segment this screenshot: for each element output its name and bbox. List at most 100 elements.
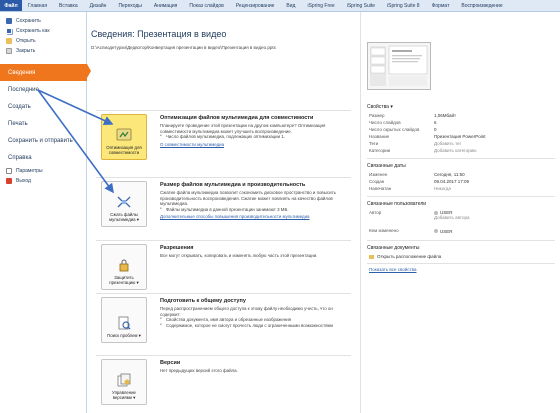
- exit-icon: [6, 178, 12, 184]
- add-tag-field[interactable]: Добавить тег: [434, 141, 461, 147]
- tab-slideshow[interactable]: Показ слайдов: [183, 0, 229, 11]
- tab-format[interactable]: Формат: [426, 0, 456, 11]
- compress-media-icon: [117, 196, 131, 208]
- options-icon: [6, 168, 12, 174]
- date-row: Создан 09.04.2017 17:09: [369, 179, 470, 184]
- section-description: Нет предыдущих версий этого файла.: [160, 368, 238, 373]
- section-prepare-sharing: Поиск проблем ▾ Подготовить к общему дос…: [96, 293, 351, 347]
- modified-by-row: Кем изменено USER: [369, 228, 453, 234]
- related-documents-header: Связанные документы: [367, 245, 420, 251]
- related-dates-header: Связанные даты: [367, 163, 406, 169]
- sidebar-item-open[interactable]: Открыть: [0, 36, 86, 46]
- user-avatar-icon: [434, 229, 438, 233]
- file-tab[interactable]: Файл: [0, 0, 22, 11]
- tab-review[interactable]: Рецензирование: [230, 0, 281, 11]
- sidebar-item-label: Сохранить: [16, 18, 41, 24]
- open-folder-icon: [6, 38, 12, 44]
- section-bullet: Число файлов мультимедиа, подлежащих опт…: [160, 134, 348, 140]
- property-row: Название Презентация PowerPoint: [369, 134, 486, 139]
- manage-versions-button[interactable]: Управление версиями ▾: [101, 359, 147, 405]
- tab-ispring-suite-8[interactable]: iSpring Suite 8: [381, 0, 426, 11]
- property-row: Число слайдов 6: [369, 120, 437, 125]
- divider: [367, 196, 555, 197]
- section-compatibility: Оптимизация для совместимости Оптимизаци…: [96, 110, 351, 164]
- save-icon: [6, 18, 12, 24]
- sidebar-item-recent[interactable]: Последние: [0, 81, 86, 98]
- sidebar-item-close[interactable]: Закрыть: [0, 46, 86, 56]
- tab-home[interactable]: Главная: [22, 0, 53, 11]
- section-title: Подготовить к общему доступу: [160, 298, 246, 304]
- divider: [367, 158, 555, 159]
- sidebar-item-new[interactable]: Создать: [0, 98, 86, 115]
- show-all-properties-link[interactable]: Показать все свойства: [369, 267, 554, 273]
- sidebar-item-exit[interactable]: Выход: [0, 176, 86, 186]
- backstage-sidebar: Сохранить Сохранить как Открыть Закрыть …: [0, 12, 91, 413]
- author-row: Автор USER Добавить автора: [369, 210, 470, 220]
- sidebar-item-label: Сохранить как: [16, 28, 50, 34]
- slide-thumbnail[interactable]: [367, 42, 431, 90]
- add-author-field[interactable]: Добавить автора: [434, 215, 469, 220]
- media-performance-link[interactable]: Дополнительные способы повышения произво…: [160, 214, 348, 219]
- protect-presentation-button[interactable]: Защитить презентацию ▾: [101, 244, 147, 290]
- tab-ispring-free[interactable]: iSpring Free: [301, 0, 340, 11]
- user-avatar-icon: [434, 210, 438, 215]
- check-issues-button-label: Поиск проблем ▾: [107, 333, 141, 339]
- optimize-button-label: Оптимизация для совместимости: [106, 145, 142, 156]
- compress-media-button[interactable]: Сжать файлы мультимедиа ▾: [101, 181, 147, 227]
- section-title: Оптимизация файлов мультимедиа для совме…: [160, 115, 314, 121]
- ribbon-tabs: Файл Главная Вставка Дизайн Переходы Ани…: [0, 0, 560, 12]
- save-as-icon: [6, 28, 12, 34]
- divider: [367, 240, 555, 241]
- protect-button-label: Защитить презентацию ▾: [109, 275, 139, 286]
- properties-panel: Свойства ▾ Размер 1,06Мбайт Число слайдов…: [360, 12, 560, 413]
- sidebar-item-info[interactable]: Сведения: [0, 64, 91, 81]
- property-row: Число скрытых слайдов 0: [369, 127, 437, 132]
- section-title: Размер файлов мультимедиа и производител…: [160, 182, 306, 188]
- sidebar-item-options[interactable]: Параметры: [0, 166, 86, 176]
- section-versions: Управление версиями ▾ Версии Нет предыду…: [96, 355, 351, 409]
- section-description: Планируете проведение этой презентации н…: [160, 123, 326, 134]
- folder-icon: [369, 255, 374, 259]
- tab-ispring-suite[interactable]: iSpring Suite: [341, 0, 381, 11]
- sidebar-item-label: Закрыть: [16, 48, 36, 54]
- section-bullet: Содержимое, которое не смогут прочесть л…: [160, 323, 348, 329]
- optimize-media-icon: [116, 128, 132, 141]
- tab-insert[interactable]: Вставка: [53, 0, 84, 11]
- file-path: D:\Аспиодетурхи\Дедвотор\Конвертация пре…: [91, 45, 276, 50]
- section-description: Сжатие файла мультимедиа позволит сэконо…: [160, 190, 336, 206]
- properties-header[interactable]: Свойства ▾: [367, 104, 393, 110]
- date-row: Напечатан Никогда: [369, 186, 451, 191]
- info-panel: Сведения: Презентация в видео D:\Аспиоде…: [88, 12, 356, 413]
- sidebar-item-label: Открыть: [16, 38, 36, 44]
- inspect-document-icon: [118, 316, 131, 330]
- property-row: Категории Добавить категорию: [369, 148, 477, 154]
- sidebar-item-save-send[interactable]: Сохранить и отправить: [0, 132, 86, 149]
- section-media-size: Сжать файлы мультимедиа ▾ Размер файлов …: [96, 177, 351, 231]
- add-category-field[interactable]: Добавить категорию: [434, 148, 477, 154]
- section-permissions: Защитить презентацию ▾ Разрешения Все мо…: [96, 240, 351, 294]
- related-people-header: Связанные пользователи: [367, 201, 427, 207]
- section-description: Все могут открывать, копировать и изменя…: [160, 253, 318, 258]
- thumbnail-preview: [370, 45, 428, 86]
- versions-icon: [117, 373, 131, 387]
- sidebar-item-save-as[interactable]: Сохранить как: [0, 26, 86, 36]
- divider: [367, 263, 555, 264]
- section-description: Перед распространением общего доступа к …: [160, 306, 333, 317]
- property-row: Размер 1,06Мбайт: [369, 113, 457, 118]
- tab-view[interactable]: Вид: [280, 0, 301, 11]
- open-file-location-link[interactable]: Открыть расположение файла: [369, 254, 554, 260]
- media-compatibility-link[interactable]: О совместимости мультимедиа: [160, 142, 348, 147]
- section-title: Разрешения: [160, 245, 194, 251]
- tab-design[interactable]: Дизайн: [84, 0, 113, 11]
- tab-animations[interactable]: Анимация: [148, 0, 183, 11]
- section-title: Версии: [160, 360, 181, 366]
- sidebar-item-save[interactable]: Сохранить: [0, 16, 86, 26]
- optimize-compatibility-button[interactable]: Оптимизация для совместимости: [101, 114, 147, 160]
- property-row: Теги Добавить тег: [369, 141, 462, 147]
- close-file-icon: [6, 48, 12, 54]
- tab-transitions[interactable]: Переходы: [112, 0, 147, 11]
- check-issues-button[interactable]: Поиск проблем ▾: [101, 297, 147, 343]
- sidebar-item-print[interactable]: Печать: [0, 115, 86, 132]
- tab-playback[interactable]: Воспроизведение: [455, 0, 508, 11]
- sidebar-item-help[interactable]: Справка: [0, 149, 86, 166]
